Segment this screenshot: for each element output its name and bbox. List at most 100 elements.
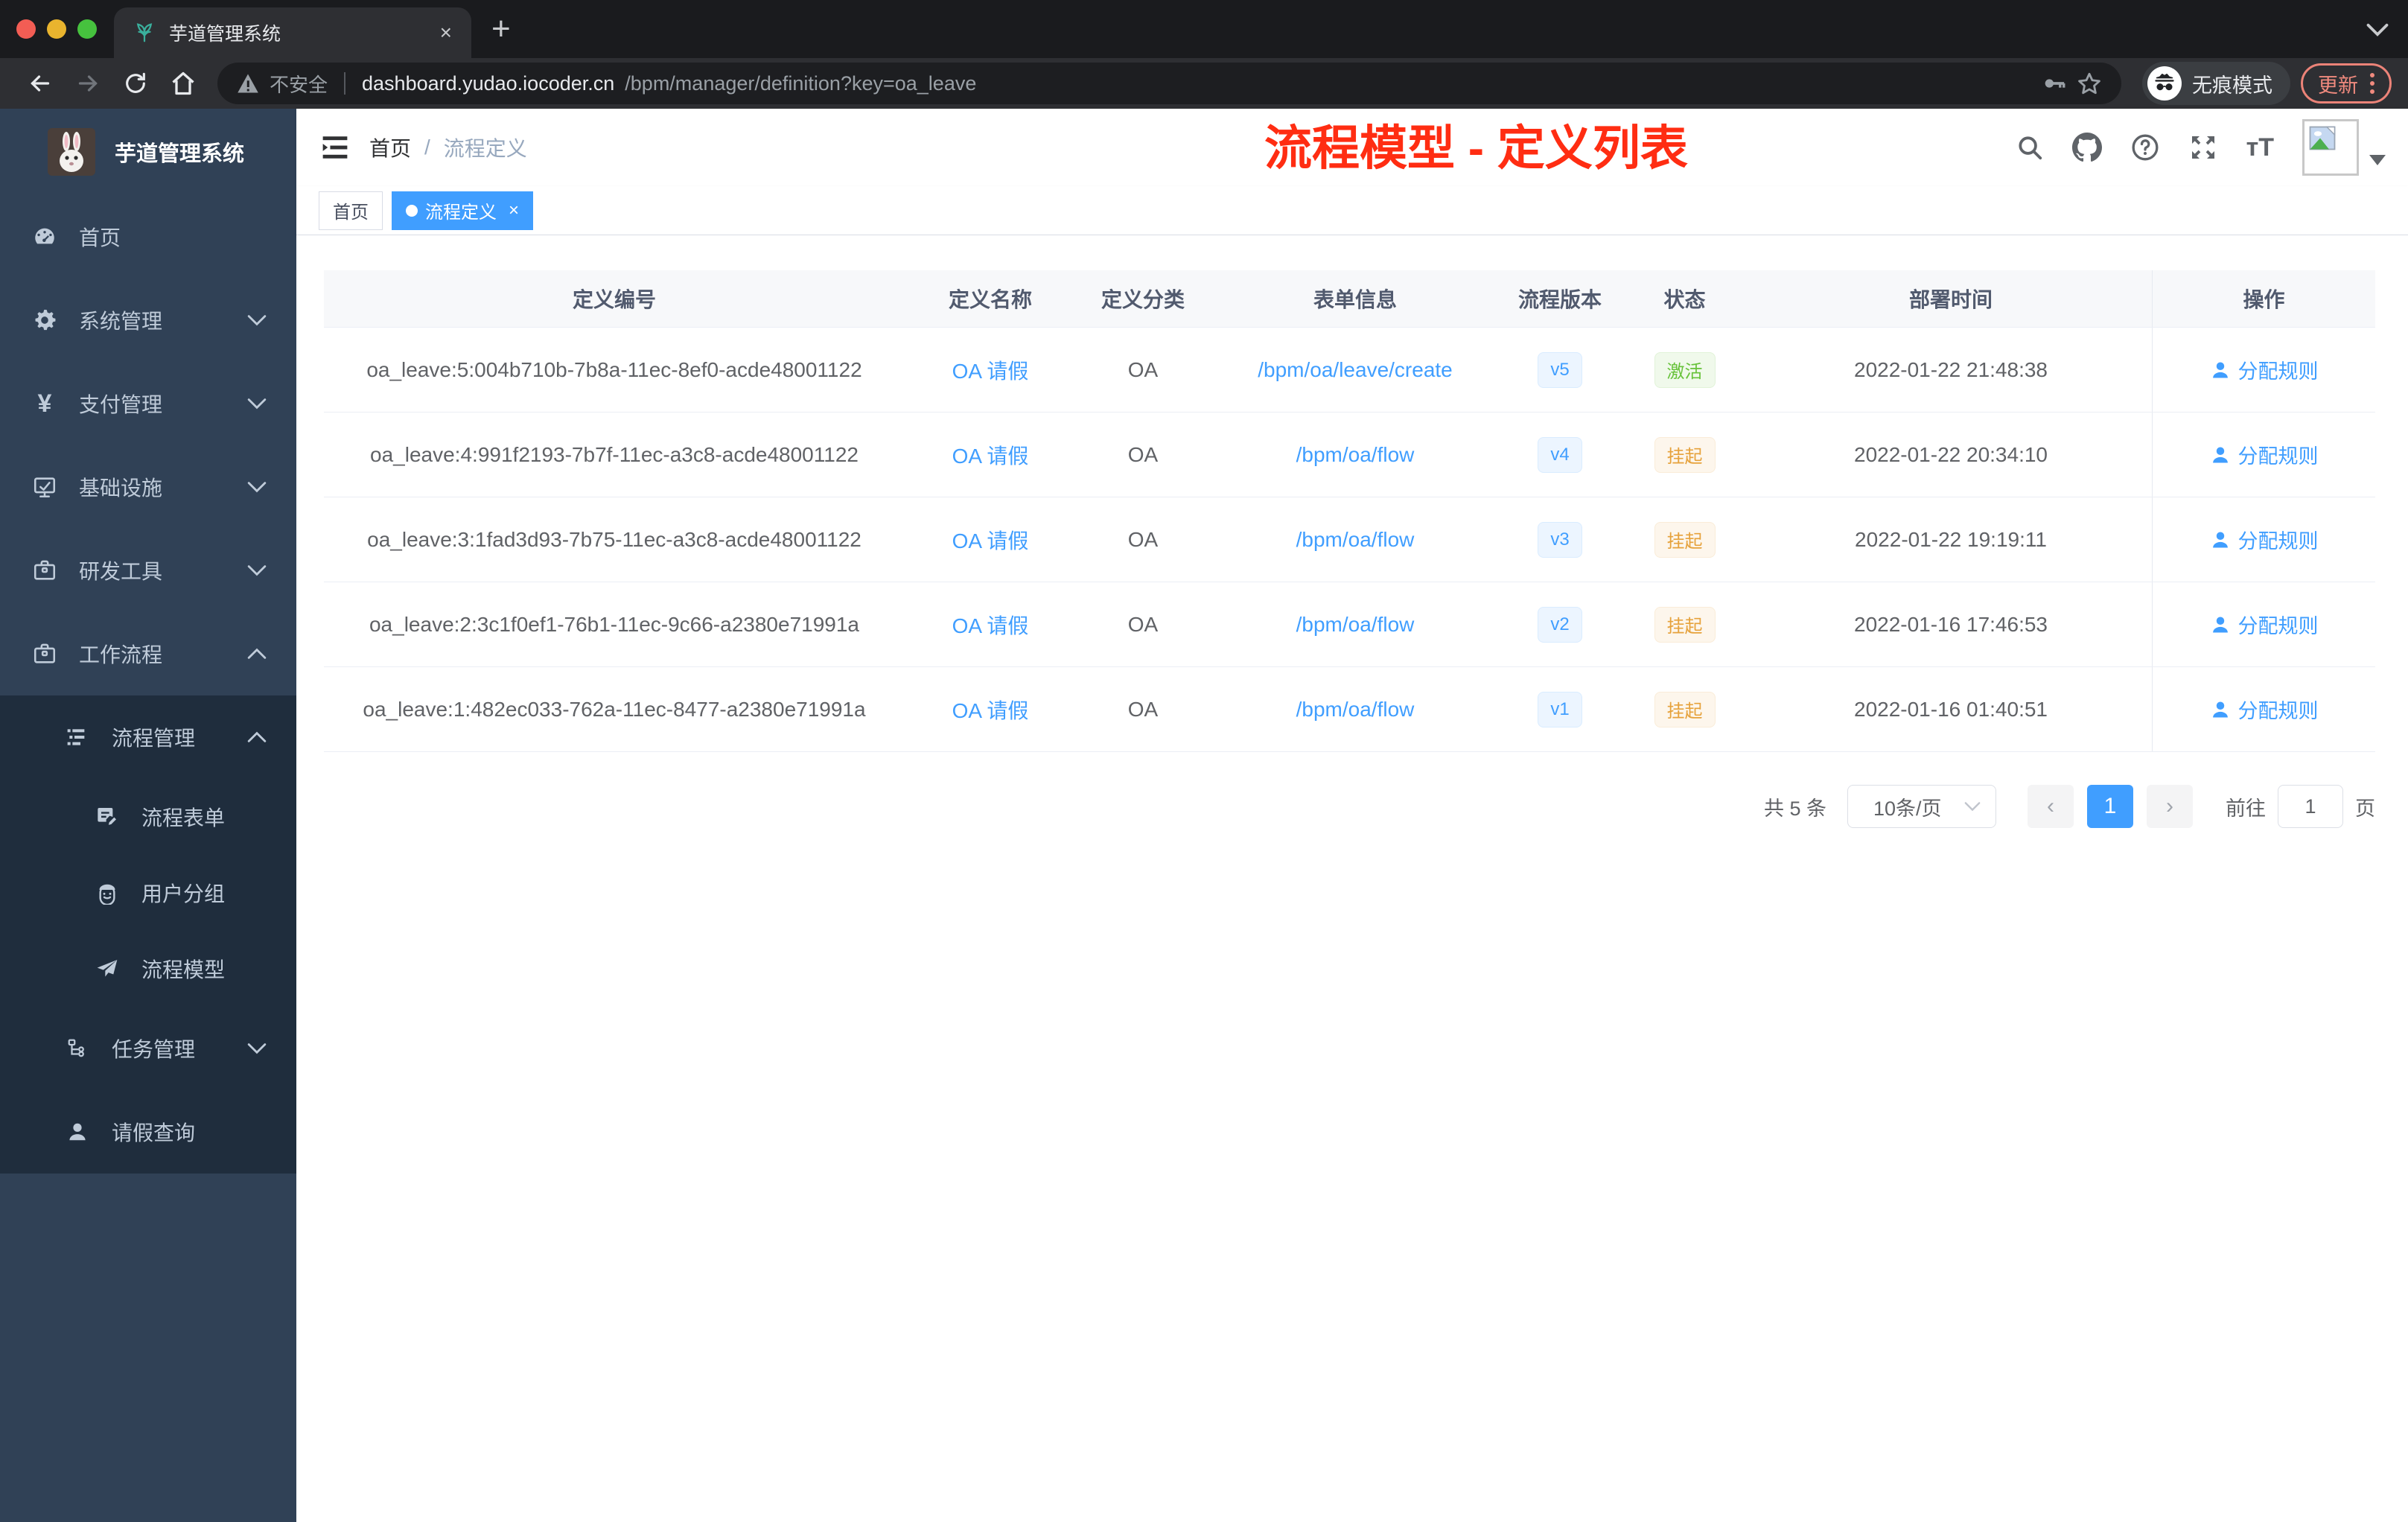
tab-close-icon[interactable]: ×: [440, 21, 452, 45]
tab-search-chevron-icon[interactable]: [2366, 22, 2389, 37]
url-path[interactable]: /bpm/manager/definition?key=oa_leave: [625, 72, 976, 95]
breadcrumb-home[interactable]: 首页: [369, 133, 411, 162]
caret-down-icon[interactable]: [2369, 155, 2386, 165]
definition-category: OA: [1127, 527, 1159, 551]
definition-name-link[interactable]: OA 请假: [952, 440, 1029, 470]
gear-icon: [31, 308, 58, 333]
maximize-window-button[interactable]: [77, 19, 97, 39]
pagination: 共 5 条 10条/页 ‹ 1 › 前往 1 页: [1764, 785, 2375, 828]
definition-name-link[interactable]: OA 请假: [952, 355, 1029, 385]
robot-icon: [94, 881, 121, 905]
github-icon[interactable]: [2071, 133, 2102, 162]
address-bar[interactable]: 不安全 dashboard.yudao.iocoder.cn/bpm/manag…: [217, 63, 2121, 104]
sidebar-item-process-management[interactable]: 流程管理: [0, 695, 296, 779]
sidebar-item-payment[interactable]: ¥ 支付管理: [0, 362, 296, 445]
sidebar-item-task-management[interactable]: 任务管理: [0, 1007, 296, 1090]
chevron-down-icon: [247, 1042, 267, 1054]
warning-icon[interactable]: [237, 73, 259, 94]
security-label[interactable]: 不安全: [270, 70, 328, 98]
fullscreen-icon[interactable]: [2188, 133, 2218, 162]
col-definition-category: 定义分类: [1101, 288, 1185, 311]
url-divider: [344, 72, 346, 95]
sidebar-item-user-group[interactable]: 用户分组: [0, 855, 296, 931]
col-form-info: 表单信息: [1313, 288, 1397, 311]
assign-rule-link[interactable]: 分配规则: [2210, 440, 2319, 469]
navbar-actions: ᴛT: [2016, 119, 2386, 176]
sidebar-item-leave-query[interactable]: 请假查询: [0, 1090, 296, 1174]
sidebar-item-process-model[interactable]: 流程模型: [0, 931, 296, 1007]
reload-icon[interactable]: [112, 71, 159, 96]
sidebar-item-label: 流程管理: [112, 727, 196, 750]
version-badge: v2: [1538, 606, 1582, 643]
help-icon[interactable]: [2130, 133, 2160, 162]
sidebar-item-workflow[interactable]: 工作流程: [0, 612, 296, 695]
current-page-button[interactable]: 1: [2087, 785, 2133, 828]
tag-home[interactable]: 首页: [319, 191, 383, 230]
key-icon[interactable]: [2041, 71, 2066, 96]
tag-process-definition[interactable]: 流程定义 ×: [392, 191, 534, 230]
search-icon[interactable]: [2016, 133, 2044, 162]
chevron-down-icon: [247, 314, 267, 326]
new-tab-button[interactable]: +: [491, 10, 511, 48]
incognito-label: 无痕模式: [2192, 74, 2272, 97]
user-avatar[interactable]: [2302, 119, 2386, 176]
font-size-icon[interactable]: ᴛT: [2246, 133, 2274, 162]
window-controls[interactable]: [16, 19, 97, 39]
version-badge: v4: [1538, 436, 1582, 473]
col-deploy-time: 部署时间: [1908, 288, 1993, 311]
assign-rule-link[interactable]: 分配规则: [2210, 355, 2319, 384]
goto-page-input[interactable]: 1: [2278, 785, 2343, 828]
sidebar-item-infrastructure[interactable]: 基础设施: [0, 445, 296, 529]
hamburger-icon[interactable]: [320, 134, 350, 161]
definition-name-link[interactable]: OA 请假: [952, 610, 1029, 640]
assign-rule-link[interactable]: 分配规则: [2210, 525, 2319, 554]
status-badge: 挂起: [1654, 691, 1716, 727]
sidebar-item-label: 系统管理: [79, 310, 163, 333]
version-badge: v3: [1538, 521, 1582, 558]
table-header: 定义编号 定义名称 定义分类 表单信息 流程版本 状态 部署时间 操作: [324, 270, 2375, 328]
form-link[interactable]: /bpm/oa/leave/create: [1258, 358, 1453, 382]
sidebar-item-devtools[interactable]: 研发工具: [0, 529, 296, 612]
kebab-menu-icon[interactable]: [2370, 73, 2374, 94]
definition-category: OA: [1127, 612, 1159, 636]
star-icon[interactable]: [2077, 71, 2102, 96]
url-host[interactable]: dashboard.yudao.iocoder.cn: [362, 72, 614, 95]
incognito-icon: [2147, 66, 2182, 101]
sidebar-item-label: 首页: [79, 226, 121, 249]
version-badge: v1: [1538, 691, 1582, 727]
form-link[interactable]: /bpm/oa/flow: [1296, 443, 1415, 467]
page-size-select[interactable]: 10条/页: [1847, 785, 1996, 828]
browser-tab[interactable]: 芋道管理系统 ×: [114, 7, 471, 58]
form-link[interactable]: /bpm/oa/flow: [1296, 613, 1415, 637]
workflow-submenu: 流程管理 流程表单 用户分组 流程模型 任务管理 请假查询: [0, 695, 296, 1174]
definition-name-link[interactable]: OA 请假: [952, 525, 1029, 555]
close-window-button[interactable]: [16, 19, 36, 39]
sidebar-item-system[interactable]: 系统管理: [0, 278, 296, 362]
update-label[interactable]: 更新: [2318, 69, 2358, 98]
browser-toolbar: 不安全 dashboard.yudao.iocoder.cn/bpm/manag…: [0, 58, 2408, 109]
version-badge: v5: [1538, 351, 1582, 388]
sidebar-item-home[interactable]: 首页: [0, 195, 296, 278]
assign-rule-link[interactable]: 分配规则: [2210, 610, 2319, 639]
table-row: oa_leave:2:3c1f0ef1-76b1-11ec-9c66-a2380…: [324, 582, 2375, 667]
assign-rule-link[interactable]: 分配规则: [2210, 695, 2319, 724]
update-button[interactable]: 更新: [2301, 63, 2392, 104]
form-link[interactable]: /bpm/oa/flow: [1296, 528, 1415, 552]
sidebar-item-process-form[interactable]: 流程表单: [0, 779, 296, 855]
back-icon[interactable]: [16, 70, 64, 97]
tag-close-icon[interactable]: ×: [509, 200, 519, 221]
sidebar-item-label: 流程模型: [141, 958, 226, 981]
home-icon[interactable]: [159, 70, 207, 97]
next-page-button[interactable]: ›: [2147, 785, 2193, 828]
form-link[interactable]: /bpm/oa/flow: [1296, 698, 1415, 722]
definition-category: OA: [1127, 442, 1159, 466]
definition-name-link[interactable]: OA 请假: [952, 695, 1029, 725]
forward-icon[interactable]: [64, 70, 112, 97]
yen-icon: ¥: [37, 389, 52, 418]
status-badge: 挂起: [1654, 606, 1716, 643]
chevron-down-icon: [247, 481, 267, 493]
tree-icon: [64, 1037, 91, 1060]
app-logo[interactable]: 芋道管理系统: [0, 109, 296, 195]
prev-page-button[interactable]: ‹: [2028, 785, 2074, 828]
minimize-window-button[interactable]: [47, 19, 66, 39]
